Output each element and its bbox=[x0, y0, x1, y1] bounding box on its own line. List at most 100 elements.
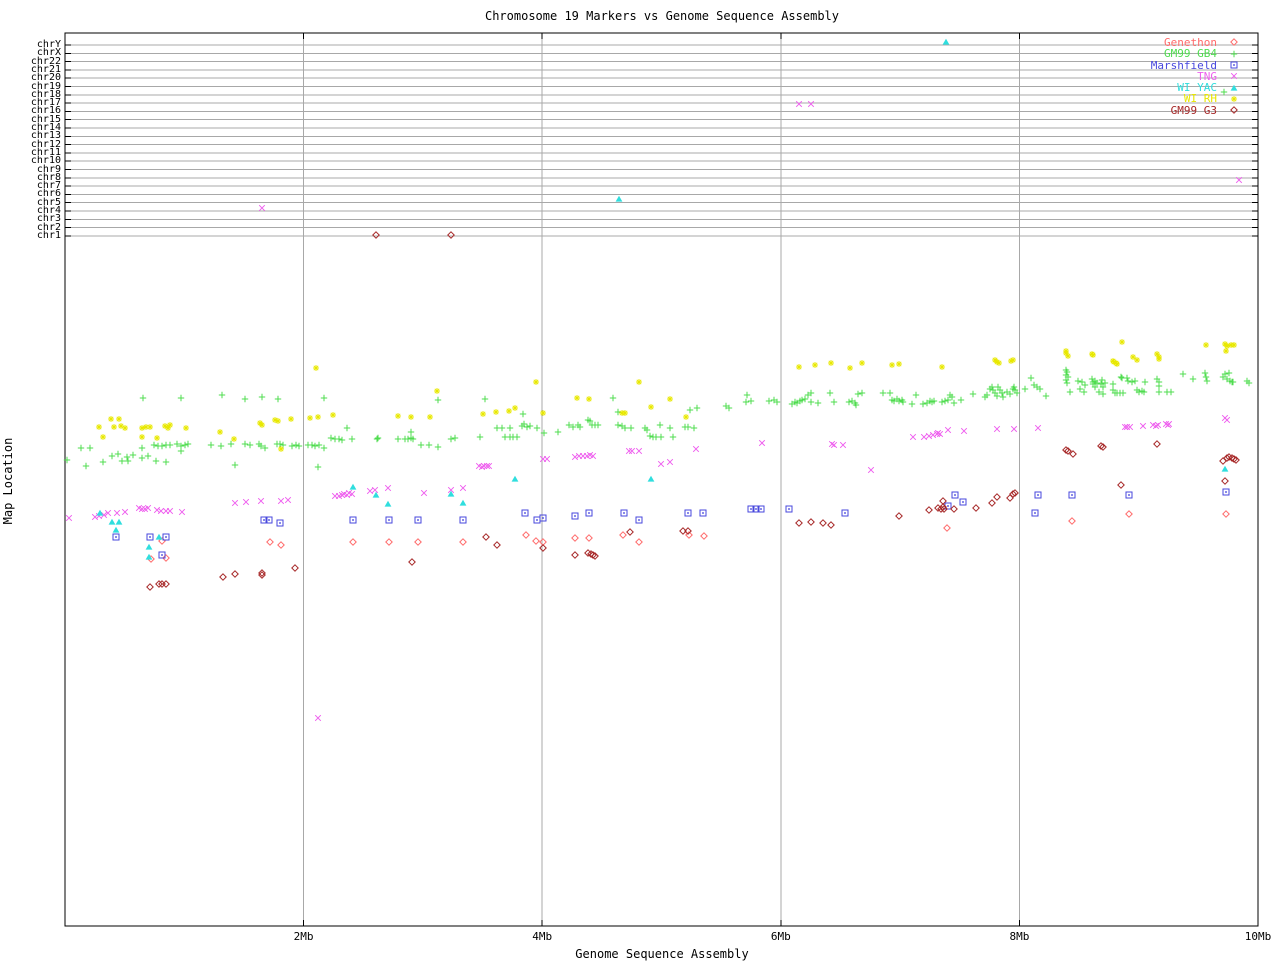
data-point bbox=[241, 395, 249, 403]
data-point bbox=[434, 443, 442, 451]
data-point bbox=[519, 410, 527, 418]
data-point bbox=[700, 532, 708, 540]
data-point bbox=[157, 507, 165, 515]
data-point bbox=[1229, 378, 1237, 386]
data-point bbox=[1141, 378, 1149, 386]
data-point bbox=[586, 396, 592, 402]
data-point bbox=[1156, 356, 1162, 362]
data-point bbox=[459, 538, 467, 546]
legend-marker-icon bbox=[1217, 48, 1251, 60]
data-point bbox=[138, 444, 146, 452]
data-point bbox=[1155, 388, 1163, 396]
data-point bbox=[533, 424, 541, 432]
data-point bbox=[147, 424, 153, 430]
data-point bbox=[807, 100, 815, 108]
legend-marker-icon bbox=[1217, 36, 1251, 48]
data-point bbox=[960, 427, 968, 435]
data-point bbox=[414, 516, 422, 524]
data-point bbox=[889, 362, 895, 368]
data-point bbox=[636, 379, 642, 385]
data-point bbox=[266, 538, 274, 546]
data-point bbox=[99, 458, 107, 466]
data-point bbox=[827, 521, 835, 529]
data-point bbox=[943, 524, 951, 532]
data-point bbox=[1155, 382, 1163, 390]
data-point bbox=[1074, 377, 1082, 385]
data-point bbox=[258, 571, 266, 579]
data-point bbox=[278, 446, 284, 452]
data-point bbox=[1031, 509, 1039, 517]
data-point bbox=[146, 533, 154, 541]
data-point bbox=[292, 441, 300, 449]
data-point bbox=[666, 458, 674, 466]
data-point bbox=[657, 460, 665, 468]
data-point bbox=[82, 462, 90, 470]
data-point bbox=[315, 441, 323, 449]
data-point bbox=[217, 442, 225, 450]
data-point bbox=[669, 433, 677, 441]
data-point bbox=[459, 499, 467, 506]
data-point bbox=[693, 404, 701, 412]
data-point bbox=[145, 543, 153, 550]
data-point bbox=[348, 435, 356, 443]
data-point bbox=[274, 395, 282, 403]
data-point bbox=[521, 509, 529, 517]
plot-area bbox=[63, 32, 1259, 927]
data-point bbox=[522, 531, 530, 539]
data-point bbox=[1221, 465, 1229, 472]
data-point bbox=[335, 435, 343, 443]
data-point bbox=[938, 398, 946, 406]
data-point bbox=[1230, 106, 1238, 115]
x-tick-label: 2Mb bbox=[293, 930, 314, 943]
data-point bbox=[373, 435, 381, 443]
data-point bbox=[886, 389, 894, 397]
legend-marker-icon bbox=[1217, 59, 1251, 71]
data-point bbox=[227, 440, 235, 448]
data-point bbox=[585, 509, 593, 517]
data-point bbox=[288, 416, 294, 422]
data-point bbox=[1222, 488, 1230, 496]
data-point bbox=[218, 391, 226, 399]
data-point bbox=[338, 436, 346, 444]
data-point bbox=[258, 569, 266, 577]
data-point bbox=[314, 714, 322, 722]
data-point bbox=[635, 447, 643, 455]
data-point bbox=[620, 509, 628, 517]
data-point bbox=[532, 537, 540, 545]
data-point bbox=[384, 484, 392, 492]
data-point bbox=[122, 425, 128, 431]
data-point bbox=[993, 493, 1001, 501]
data-point bbox=[993, 425, 1001, 433]
data-point bbox=[1080, 388, 1088, 396]
data-point bbox=[1125, 510, 1133, 518]
data-point bbox=[1224, 343, 1230, 349]
data-point bbox=[1125, 491, 1133, 499]
data-point bbox=[138, 454, 146, 462]
data-point bbox=[1128, 378, 1136, 386]
data-point bbox=[459, 516, 467, 524]
data-point bbox=[1010, 425, 1018, 433]
data-point bbox=[908, 400, 916, 408]
data-point bbox=[807, 518, 815, 526]
data-point bbox=[447, 435, 455, 443]
data-point bbox=[124, 457, 132, 465]
data-point bbox=[184, 440, 192, 448]
data-point bbox=[349, 483, 357, 490]
data-point bbox=[434, 396, 442, 404]
data-point bbox=[533, 516, 541, 524]
data-point bbox=[988, 499, 996, 507]
data-point bbox=[108, 518, 116, 525]
legend-label: WI RH bbox=[1183, 92, 1217, 106]
data-point bbox=[1078, 378, 1086, 386]
data-point bbox=[259, 422, 265, 428]
data-point bbox=[929, 431, 937, 439]
data-point bbox=[796, 364, 802, 370]
data-point bbox=[207, 441, 215, 449]
data-point bbox=[859, 360, 865, 366]
data-point bbox=[1027, 374, 1035, 382]
data-point bbox=[276, 440, 284, 448]
data-point bbox=[996, 360, 1002, 366]
data-point bbox=[690, 424, 698, 432]
data-point bbox=[999, 393, 1007, 401]
data-point bbox=[944, 426, 952, 434]
